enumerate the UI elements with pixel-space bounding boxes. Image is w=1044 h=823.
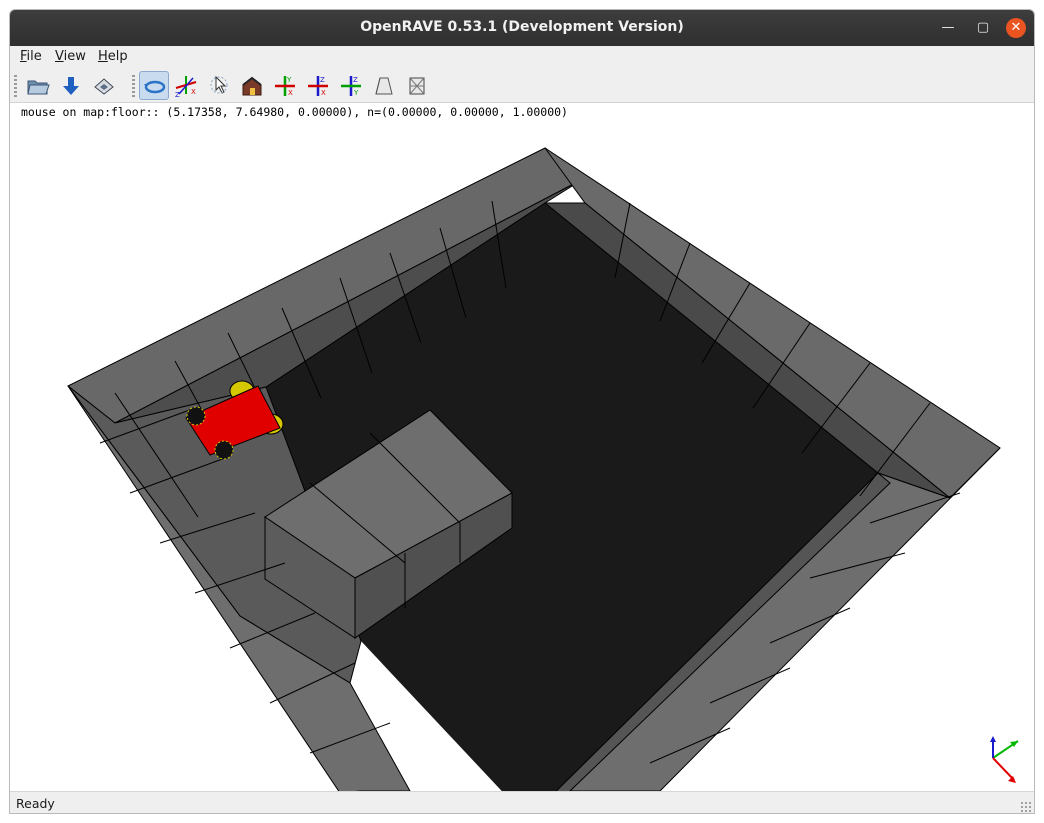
menu-view[interactable]: View: [55, 49, 86, 64]
robot-wheel-rear-right: [214, 440, 234, 460]
menu-file[interactable]: File: [20, 49, 42, 64]
axes-zx-icon[interactable]: ZX: [303, 71, 333, 100]
svg-text:Z: Z: [320, 76, 325, 84]
minimize-button[interactable]: —: [938, 18, 958, 38]
menu-bar: File View Help: [10, 46, 1034, 68]
download-arrow-icon[interactable]: [56, 71, 86, 100]
toolbar: ZX YX ZX ZY: [10, 68, 1034, 103]
save-disk-icon[interactable]: [89, 71, 119, 100]
axes-yx-icon[interactable]: YX: [270, 71, 300, 100]
orthographic-box-icon[interactable]: [402, 71, 432, 100]
maximize-button[interactable]: ▢: [973, 18, 993, 38]
svg-text:Z: Z: [175, 91, 180, 98]
3d-viewport[interactable]: mouse on map:floor:: (5.17358, 7.64980, …: [10, 103, 1034, 791]
orientation-axes-gizmo: [990, 736, 1019, 783]
svg-text:X: X: [321, 89, 326, 97]
close-button[interactable]: ✕: [1006, 18, 1026, 38]
status-text: Ready: [16, 796, 55, 811]
open-folder-icon[interactable]: [23, 71, 53, 100]
axes-zy-icon[interactable]: ZY: [336, 71, 366, 100]
perspective-frustum-icon[interactable]: [369, 71, 399, 100]
toolbar-grip-2[interactable]: [132, 75, 135, 97]
resize-grip[interactable]: [1020, 801, 1032, 813]
svg-text:X: X: [288, 89, 293, 97]
rotate-view-icon[interactable]: [139, 71, 169, 100]
home-icon[interactable]: [237, 71, 267, 100]
svg-text:X: X: [191, 88, 196, 96]
title-bar[interactable]: OpenRAVE 0.53.1 (Development Version) — …: [10, 10, 1034, 46]
app-window: OpenRAVE 0.53.1 (Development Version) — …: [9, 9, 1035, 814]
robot-wheel-rear-left: [186, 406, 206, 426]
mouse-readout: mouse on map:floor:: (5.17358, 7.64980, …: [21, 105, 568, 119]
svg-text:Y: Y: [353, 89, 359, 97]
svg-text:Y: Y: [286, 76, 292, 84]
window-title: OpenRAVE 0.53.1 (Development Version): [360, 19, 684, 35]
axes-xyz-icon[interactable]: ZX: [171, 71, 201, 100]
status-bar: Ready: [10, 791, 1034, 813]
menu-help[interactable]: Help: [98, 49, 128, 64]
toolbar-grip[interactable]: [14, 75, 17, 97]
svg-text:Z: Z: [353, 76, 358, 84]
pointer-select-icon[interactable]: [204, 71, 234, 100]
scene-canvas[interactable]: [10, 103, 1034, 791]
